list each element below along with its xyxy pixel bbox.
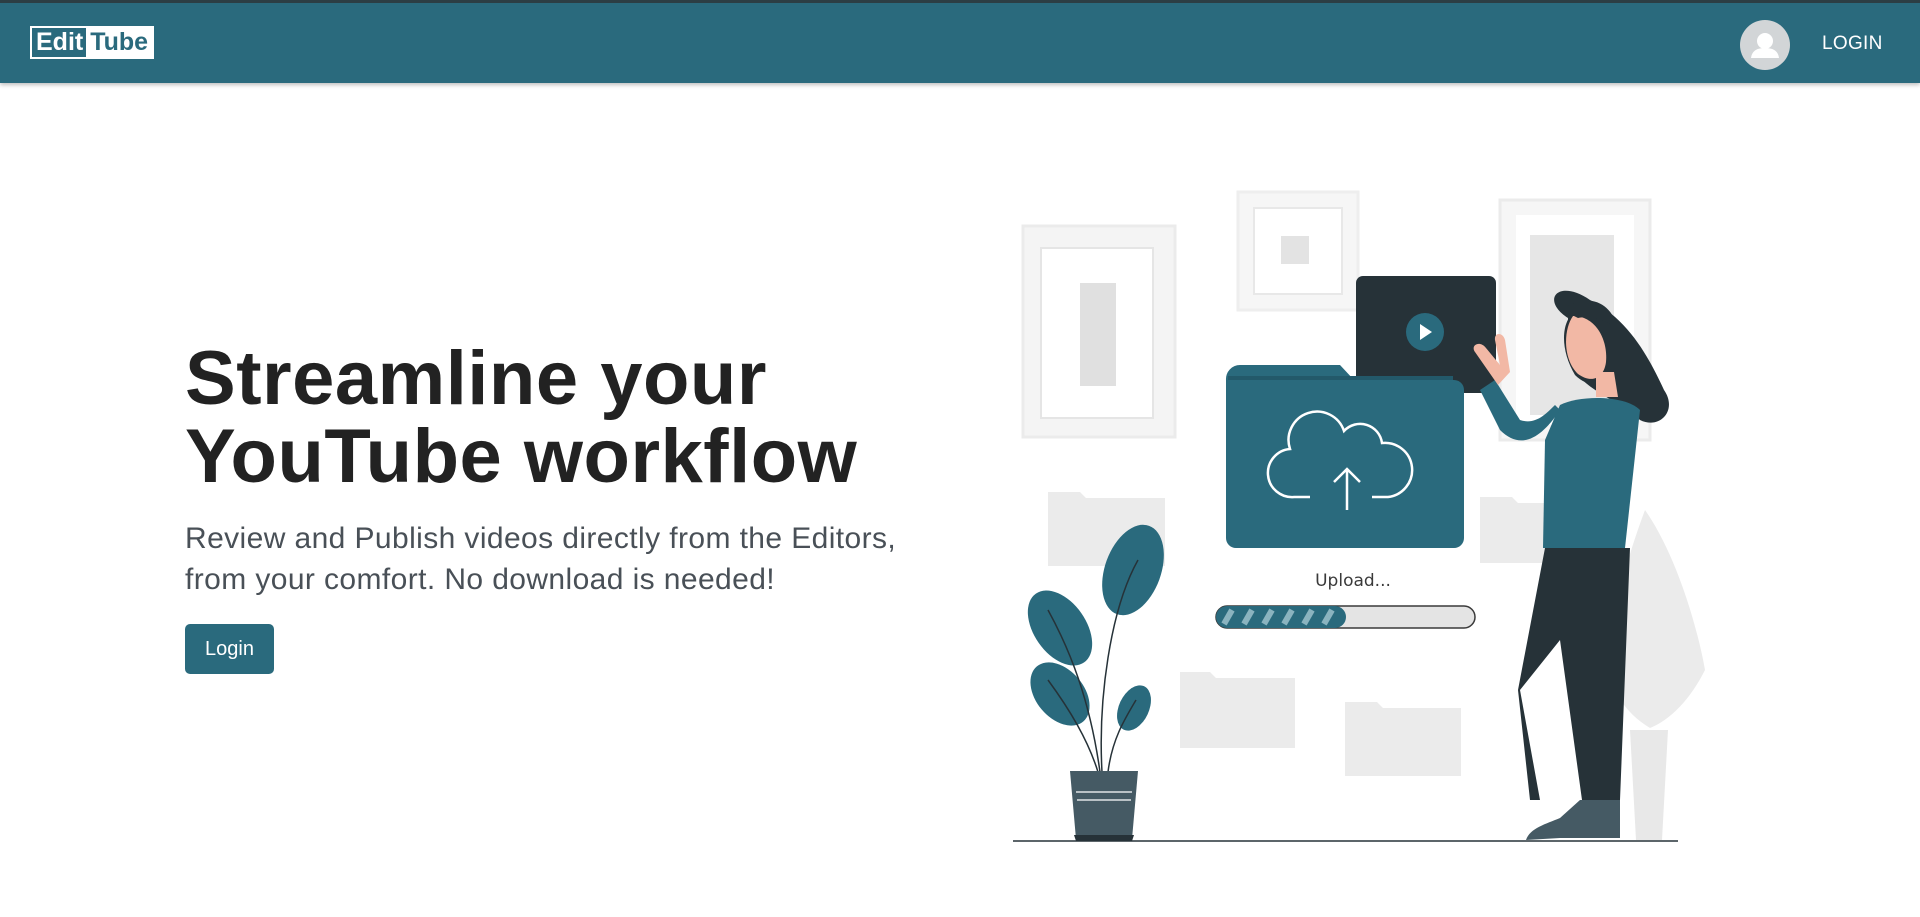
- picture-frame-left: [1021, 224, 1177, 439]
- user-avatar-icon[interactable]: [1740, 20, 1790, 70]
- hero-subtitle-line-2: from your comfort. No download is needed…: [185, 563, 776, 596]
- header-login-link[interactable]: LOGIN: [1808, 29, 1897, 59]
- upload-progress-bar: [1215, 605, 1476, 629]
- hero-login-button[interactable]: Login: [185, 624, 274, 674]
- upload-illustration: Upload...: [1013, 190, 1705, 842]
- hero-subtitle: Review and Publish videos directly from …: [185, 518, 945, 600]
- logo-edit-text: Edit: [36, 28, 84, 56]
- upload-status-text: Upload...: [1315, 571, 1391, 591]
- picture-frame-top: [1236, 190, 1360, 312]
- top-navbar: Edit Tube LOGIN: [0, 0, 1920, 83]
- hero-title: Streamline your YouTube workflow: [185, 340, 945, 496]
- person-icon: [1751, 33, 1779, 58]
- hero-subtitle-line-1: Review and Publish videos directly from …: [185, 522, 897, 555]
- upload-folder: [1225, 364, 1464, 548]
- hero-title-line-2: YouTube workflow: [185, 414, 858, 499]
- hero-title-line-1: Streamline your: [185, 336, 767, 421]
- edittube-logo[interactable]: Edit Tube: [30, 26, 155, 59]
- logo-tube-text: Tube: [86, 28, 153, 57]
- video-card: [1356, 276, 1496, 393]
